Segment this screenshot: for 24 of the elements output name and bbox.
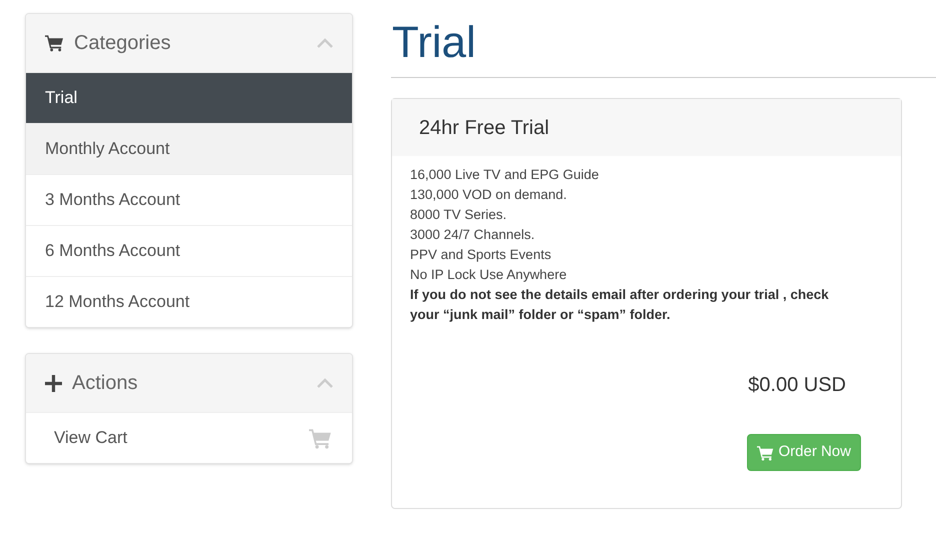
cart-icon bbox=[45, 34, 64, 52]
note-text: If you do not see the details email after ordering your trial , check your “junk mail” folder or “spam” folder. bbox=[410, 286, 830, 324]
feature-text: 130,000 VOD on demand. bbox=[410, 186, 568, 204]
sidebar-item[interactable]: Monthly Account bbox=[26, 123, 352, 174]
feature-text: 16,000 Live TV and EPG Guide bbox=[410, 166, 600, 184]
sidebar-item[interactable]: 3 Months Account bbox=[26, 174, 352, 225]
panel-title: Categories bbox=[74, 31, 172, 56]
sidebar-item[interactable]: 6 Months Account bbox=[26, 225, 352, 276]
panel-title: Actions bbox=[72, 371, 139, 396]
sidebar-item[interactable]: 12 Months Account bbox=[26, 276, 352, 327]
chevron-up-icon[interactable] bbox=[317, 38, 333, 48]
chevron-up-icon[interactable] bbox=[317, 378, 333, 388]
plus-icon bbox=[45, 374, 62, 392]
feature-text: PPV and Sports Events bbox=[410, 246, 552, 264]
product-name: 24hr Free Trial bbox=[419, 116, 550, 140]
cart-icon bbox=[757, 444, 774, 460]
sidebar-item[interactable]: Trial bbox=[26, 72, 352, 123]
price-text: $0.00 USD bbox=[748, 373, 847, 398]
sidebar-item[interactable]: View Cart bbox=[26, 412, 352, 463]
feature-text: No IP Lock Use Anywhere bbox=[410, 266, 568, 284]
cart-icon bbox=[309, 428, 332, 448]
feature-text: 8000 TV Series. bbox=[410, 206, 508, 224]
page-title: Trial bbox=[391, 17, 477, 69]
feature-text: 3000 24/7 Channels. bbox=[410, 226, 536, 244]
